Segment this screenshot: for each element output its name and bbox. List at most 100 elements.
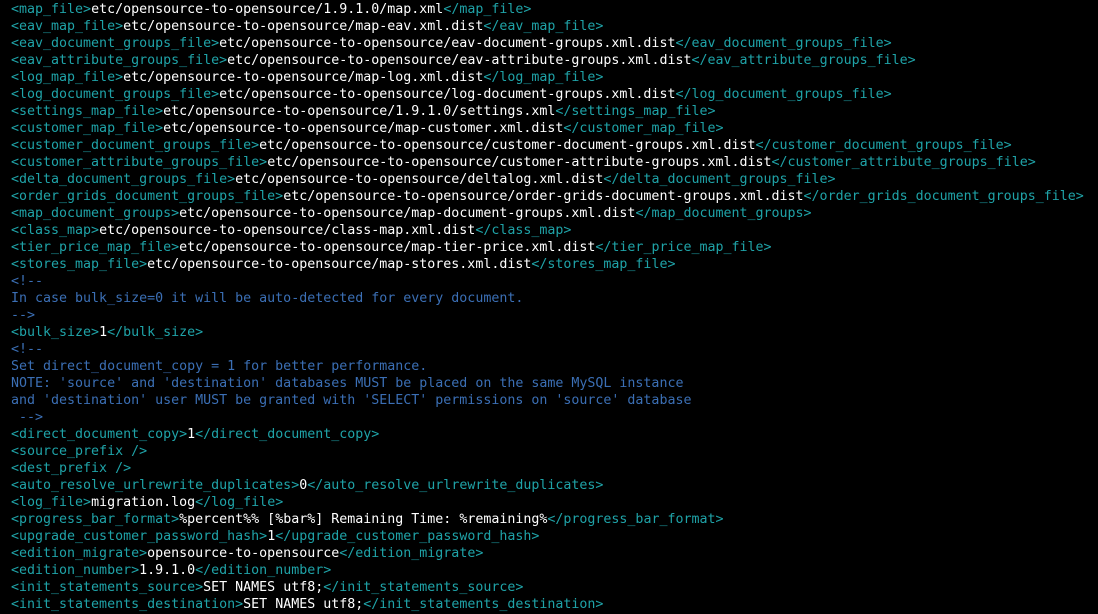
xml-open-tag: <edition_number> — [11, 563, 140, 578]
xml-close-tag: </delta_document_groups_file> — [603, 172, 836, 187]
terminal-line: <log_file>migration.log</log_file> — [11, 494, 1098, 511]
terminal-output[interactable]: <map_file>etc/opensource-to-opensource/1… — [0, 0, 1098, 614]
xml-comment: Set direct_document_copy = 1 for better … — [11, 359, 428, 374]
terminal-line: <log_map_file>etc/opensource-to-opensour… — [11, 69, 1098, 86]
terminal-line: --> — [11, 307, 1098, 324]
xml-comment: --> — [11, 308, 36, 323]
xml-value: etc/opensource-to-opensource/map-log.xml… — [123, 70, 484, 85]
xml-value: etc/opensource-to-opensource/map-documen… — [179, 206, 636, 221]
terminal-line: <settings_map_file>etc/opensource-to-ope… — [11, 103, 1098, 120]
xml-close-tag: </init_statements_source> — [323, 580, 524, 595]
xml-close-tag: </init_statements_destination> — [363, 597, 604, 612]
terminal-line: <eav_attribute_groups_file>etc/opensourc… — [11, 52, 1098, 69]
terminal-line: <eav_document_groups_file>etc/opensource… — [11, 35, 1098, 52]
xml-open-tag: <tier_price_map_file> — [11, 240, 180, 255]
terminal-line: <customer_map_file>etc/opensource-to-ope… — [11, 120, 1098, 137]
xml-close-tag: </map_document_groups> — [635, 206, 812, 221]
xml-open-tag: <map_document_groups> — [11, 206, 180, 221]
terminal-line: <edition_number>1.9.1.0</edition_number> — [11, 562, 1098, 579]
terminal-line: <direct_document_copy>1</direct_document… — [11, 426, 1098, 443]
terminal-line: Set direct_document_copy = 1 for better … — [11, 358, 1098, 375]
xml-open-tag: <map_file> — [11, 2, 92, 17]
terminal-line: <init_statements_source>SET NAMES utf8;<… — [11, 579, 1098, 596]
terminal-line: <map_document_groups>etc/opensource-to-o… — [11, 205, 1098, 222]
xml-close-tag: </settings_map_file> — [555, 104, 716, 119]
xml-value: etc/opensource-to-opensource/eav-documen… — [219, 36, 676, 51]
xml-close-tag: </progress_bar_format> — [547, 512, 724, 527]
xml-value: etc/opensource-to-opensource/customer-at… — [267, 155, 772, 170]
terminal-line: <customer_attribute_groups_file>etc/open… — [11, 154, 1098, 171]
xml-value: etc/opensource-to-opensource/customer-do… — [259, 138, 756, 153]
xml-close-tag: </log_document_groups_file> — [675, 87, 892, 102]
xml-value: SET NAMES utf8; — [243, 597, 364, 612]
xml-close-tag: </stores_map_file> — [531, 257, 676, 272]
terminal-line: <init_statements_destination>SET NAMES u… — [11, 596, 1098, 613]
xml-open-tag: <bulk_size> — [11, 325, 100, 340]
xml-open-tag: <customer_document_groups_file> — [11, 138, 260, 153]
terminal-line: <map_file>etc/opensource-to-opensource/1… — [11, 1, 1098, 18]
xml-close-tag: </edition_number> — [195, 563, 332, 578]
xml-value: etc/opensource-to-opensource/1.9.1.0/set… — [163, 104, 556, 119]
xml-close-tag: </upgrade_customer_password_hash> — [275, 529, 540, 544]
xml-comment: and 'destination' user MUST be granted w… — [11, 393, 692, 408]
xml-open-tag: <order_grids_document_groups_file> — [11, 189, 284, 204]
terminal-line: NOTE: 'source' and 'destination' databas… — [11, 375, 1098, 392]
xml-close-tag: </tier_price_map_file> — [595, 240, 772, 255]
terminal-line: <class_map>etc/opensource-to-opensource/… — [11, 222, 1098, 239]
xml-comment: NOTE: 'source' and 'destination' databas… — [11, 376, 684, 391]
xml-open-tag: <customer_attribute_groups_file> — [11, 155, 268, 170]
xml-value: etc/opensource-to-opensource/log-documen… — [219, 87, 676, 102]
terminal-line: <stores_map_file>etc/opensource-to-opens… — [11, 256, 1098, 273]
xml-open-tag: <init_statements_source> — [11, 580, 204, 595]
terminal-line: <order_grids_document_groups_file>etc/op… — [11, 188, 1098, 205]
xml-empty-tag: <source_prefix /> — [11, 444, 148, 459]
xml-value: 1 — [187, 427, 196, 442]
xml-close-tag: </eav_document_groups_file> — [675, 36, 892, 51]
terminal-line: <tier_price_map_file>etc/opensource-to-o… — [11, 239, 1098, 256]
xml-value: migration.log — [91, 495, 196, 510]
xml-open-tag: <direct_document_copy> — [11, 427, 188, 442]
terminal-line: and 'destination' user MUST be granted w… — [11, 392, 1098, 409]
xml-close-tag: </eav_attribute_groups_file> — [691, 53, 916, 68]
terminal-line: <upgrade_customer_password_hash>1</upgra… — [11, 528, 1098, 545]
xml-close-tag: </class_map> — [475, 223, 572, 238]
xml-open-tag: <stores_map_file> — [11, 257, 148, 272]
terminal-line: --> — [11, 409, 1098, 426]
terminal-line: <progress_bar_format>%percent%% [%bar%] … — [11, 511, 1098, 528]
xml-close-tag: </map_file> — [443, 2, 532, 17]
terminal-line: In case bulk_size=0 it will be auto-dete… — [11, 290, 1098, 307]
xml-open-tag: <edition_migrate> — [11, 546, 148, 561]
terminal-line: <eav_map_file>etc/opensource-to-opensour… — [11, 18, 1098, 35]
xml-empty-tag: <dest_prefix /> — [11, 461, 132, 476]
xml-value: etc/opensource-to-opensource/map-stores.… — [147, 257, 532, 272]
xml-close-tag: </eav_map_file> — [483, 19, 604, 34]
xml-open-tag: <class_map> — [11, 223, 100, 238]
xml-close-tag: </bulk_size> — [107, 325, 204, 340]
xml-comment: In case bulk_size=0 it will be auto-dete… — [11, 291, 524, 306]
xml-value: 1 — [99, 325, 108, 340]
xml-value: etc/opensource-to-opensource/map-eav.xml… — [123, 19, 484, 34]
xml-close-tag: </customer_attribute_groups_file> — [771, 155, 1036, 170]
xml-value: etc/opensource-to-opensource/order-grids… — [283, 189, 804, 204]
xml-close-tag: </customer_document_groups_file> — [755, 138, 1012, 153]
xml-close-tag: </log_file> — [195, 495, 284, 510]
xml-open-tag: <customer_map_file> — [11, 121, 164, 136]
terminal-line: <delta_document_groups_file>etc/opensour… — [11, 171, 1098, 188]
xml-open-tag: <delta_document_groups_file> — [11, 172, 236, 187]
xml-open-tag: <auto_resolve_urlrewrite_duplicates> — [11, 478, 300, 493]
xml-value: etc/opensource-to-opensource/deltalog.xm… — [235, 172, 604, 187]
xml-open-tag: <upgrade_customer_password_hash> — [11, 529, 268, 544]
xml-value: etc/opensource-to-opensource/eav-attribu… — [227, 53, 692, 68]
xml-value: etc/opensource-to-opensource/map-tier-pr… — [179, 240, 596, 255]
xml-value: 1 — [267, 529, 276, 544]
xml-open-tag: <eav_map_file> — [11, 19, 124, 34]
xml-open-tag: <eav_attribute_groups_file> — [11, 53, 228, 68]
terminal-line: <bulk_size>1</bulk_size> — [11, 324, 1098, 341]
xml-close-tag: </order_grids_document_groups_file> — [803, 189, 1084, 204]
terminal-line: <!-- — [11, 341, 1098, 358]
terminal-line: <edition_migrate>opensource-to-opensourc… — [11, 545, 1098, 562]
xml-open-tag: <log_document_groups_file> — [11, 87, 220, 102]
terminal-line: <customer_document_groups_file>etc/opens… — [11, 137, 1098, 154]
xml-value: %percent%% [%bar%] Remaining Time: %rema… — [179, 512, 548, 527]
xml-value: etc/opensource-to-opensource/1.9.1.0/map… — [91, 2, 444, 17]
